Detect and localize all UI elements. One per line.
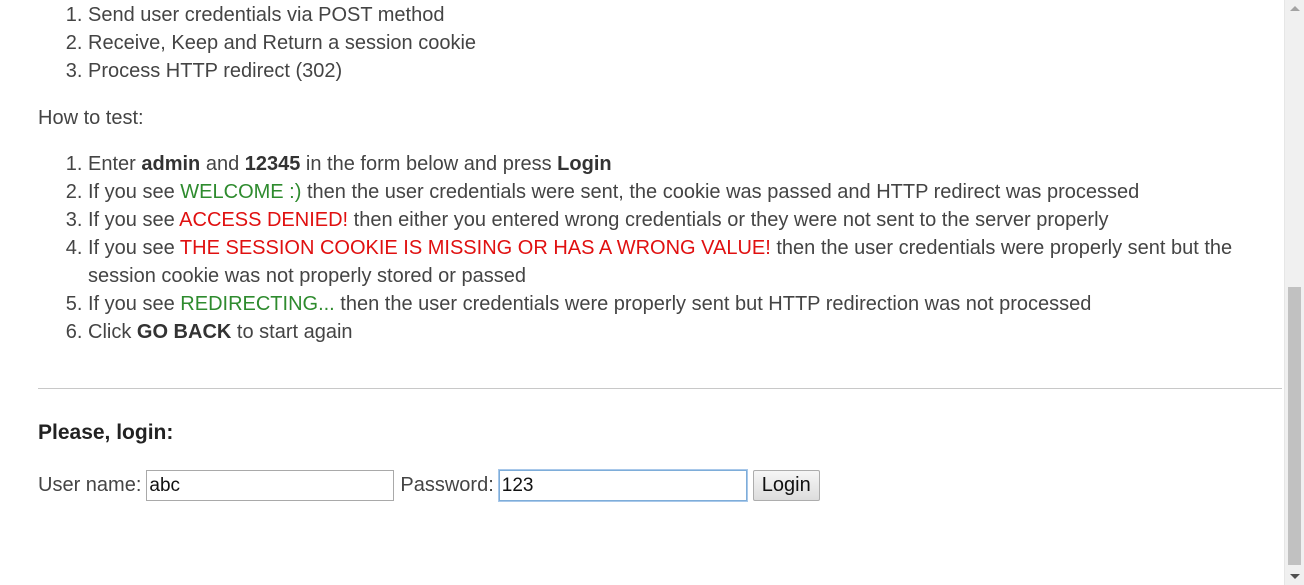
- step-text: If you see: [88, 209, 180, 231]
- list-item: If you see ACCESS DENIED! then either yo…: [88, 206, 1283, 234]
- list-item: Send user credentials via POST method: [88, 1, 1283, 29]
- test-steps-list: Enter admin and 12345 in the form below …: [38, 150, 1283, 346]
- username-hint: admin: [141, 153, 201, 175]
- content: Send user credentials via POST method Re…: [38, 0, 1283, 346]
- scroll-down-arrow-icon[interactable]: [1290, 574, 1300, 579]
- list-item: If you see REDIRECTING... then the user …: [88, 290, 1283, 318]
- scroll-up-arrow-icon[interactable]: [1290, 6, 1300, 11]
- login-hint: Login: [557, 153, 612, 175]
- vertical-scrollbar[interactable]: [1284, 0, 1304, 585]
- feature-text: Process HTTP redirect (302): [88, 60, 343, 82]
- step-text: then either you entered wrong credential…: [348, 209, 1109, 231]
- login-form: User name: Password: Login: [38, 470, 820, 501]
- step-text: then the user credentials were properly …: [334, 293, 1092, 315]
- redirecting-message: REDIRECTING...: [180, 293, 335, 315]
- step-text: If you see: [88, 181, 181, 203]
- list-item: Process HTTP redirect (302): [88, 57, 1283, 85]
- step-text: in the form below and press: [300, 153, 558, 175]
- password-input[interactable]: [498, 470, 747, 501]
- username-input[interactable]: [146, 470, 395, 501]
- step-text: If you see: [88, 237, 180, 259]
- step-text: If you see: [88, 293, 181, 315]
- cookie-missing-message: THE SESSION COOKIE IS MISSING OR HAS A W…: [179, 237, 771, 259]
- page: Send user credentials via POST method Re…: [0, 0, 1284, 585]
- step-text: and: [200, 153, 245, 175]
- access-denied-message: ACCESS DENIED!: [179, 209, 349, 231]
- step-text: Enter: [88, 153, 142, 175]
- feature-text: Receive, Keep and Return a session cooki…: [88, 32, 477, 54]
- step-text: to start again: [231, 321, 353, 343]
- divider: [38, 388, 1282, 389]
- feature-list: Send user credentials via POST method Re…: [38, 1, 1283, 85]
- username-label: User name:: [38, 474, 142, 496]
- password-hint: 12345: [244, 153, 301, 175]
- password-label: Password:: [400, 474, 494, 496]
- list-item: Enter admin and 12345 in the form below …: [88, 150, 1283, 178]
- scroll-thumb[interactable]: [1288, 287, 1301, 565]
- feature-text: Send user credentials via POST method: [88, 4, 445, 26]
- list-item: Click GO BACK to start again: [88, 318, 1283, 346]
- go-back-hint: GO BACK: [136, 321, 232, 343]
- step-text: Click: [88, 321, 137, 343]
- list-item: If you see THE SESSION COOKIE IS MISSING…: [88, 234, 1283, 290]
- step-text: then the user credentials were sent, the…: [301, 181, 1140, 203]
- welcome-message: WELCOME :): [180, 181, 302, 203]
- how-to-test-label: How to test:: [38, 107, 144, 129]
- login-button[interactable]: Login: [752, 470, 820, 501]
- list-item: Receive, Keep and Return a session cooki…: [88, 29, 1283, 57]
- list-item: If you see WELCOME :) then the user cred…: [88, 178, 1283, 206]
- login-title: Please, login:: [38, 421, 174, 444]
